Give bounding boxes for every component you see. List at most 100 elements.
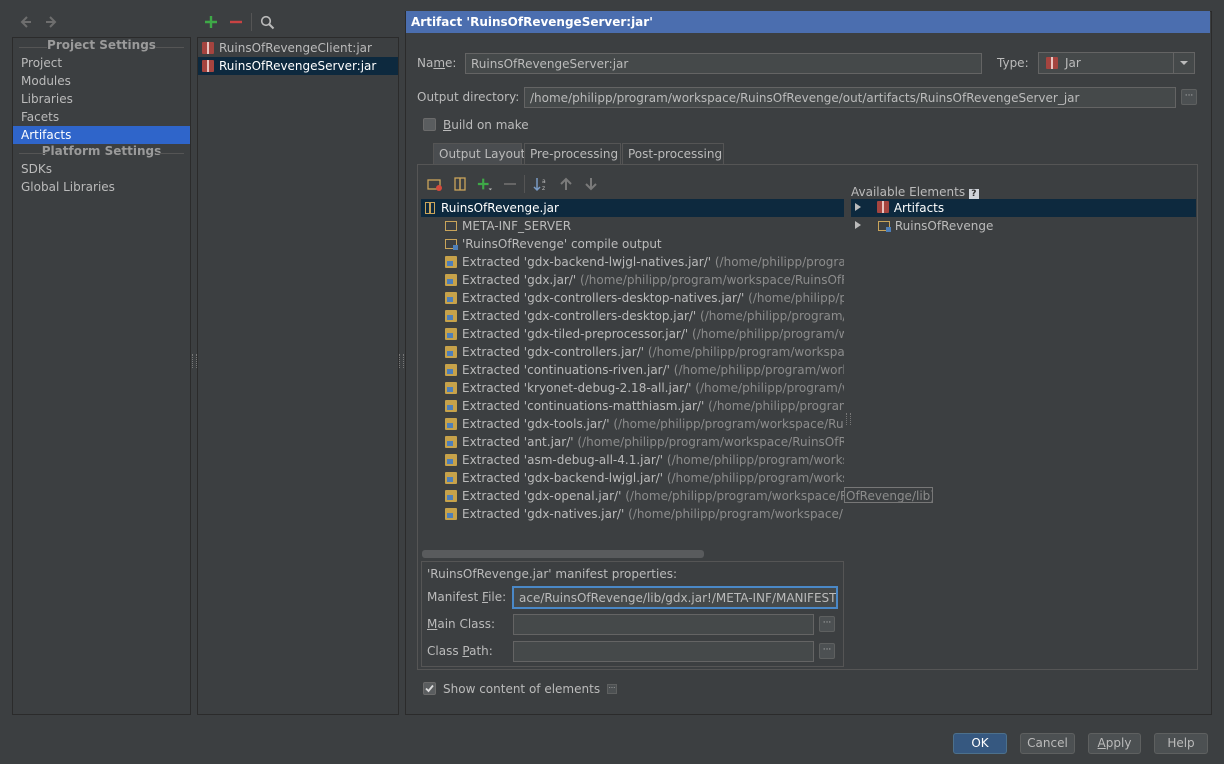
remove-artifact-icon[interactable] xyxy=(228,14,244,30)
main-class-input[interactable] xyxy=(513,614,814,635)
build-on-make-label: Build on make xyxy=(443,118,529,132)
tree-item[interactable]: Extracted 'gdx-tools.jar/' (/home/philip… xyxy=(445,415,844,433)
archive-icon[interactable] xyxy=(452,176,468,192)
nav-item-project[interactable]: Project xyxy=(13,54,190,72)
nav-item-modules[interactable]: Modules xyxy=(13,72,190,90)
chevron-down-icon[interactable] xyxy=(1173,53,1194,73)
nav-item-libraries[interactable]: Libraries xyxy=(13,90,190,108)
artifact-list: RuinsOfRevengeClient:jar RuinsOfRevengeS… xyxy=(197,37,399,715)
svg-text:z: z xyxy=(542,185,545,192)
browse-main-class-button[interactable]: ··· xyxy=(819,616,835,632)
tree-item[interactable]: Extracted 'ant.jar/' (/home/philipp/prog… xyxy=(445,433,844,451)
help-button[interactable]: Help xyxy=(1154,733,1208,754)
tab-post-processing[interactable]: Post-processing xyxy=(622,143,724,164)
back-icon[interactable] xyxy=(18,14,34,30)
module-icon xyxy=(877,221,891,232)
extracted-jar-icon xyxy=(445,310,457,322)
main-class-label: Main Class: xyxy=(427,617,496,631)
build-on-make-checkbox[interactable] xyxy=(423,118,436,131)
type-label: Type: xyxy=(997,56,1029,70)
move-up-icon[interactable] xyxy=(558,176,574,192)
toolbar-separator xyxy=(524,175,525,193)
browse-class-path-button[interactable]: ··· xyxy=(819,643,835,659)
show-content-checkbox[interactable] xyxy=(423,682,436,695)
available-elements-label: Available Elements ? xyxy=(851,185,979,199)
jar-artifact-icon xyxy=(202,60,214,72)
tree-item[interactable]: 'RuinsOfRevenge' compile output xyxy=(445,235,844,253)
tree-item[interactable]: Extracted 'gdx-controllers-desktop-nativ… xyxy=(445,289,844,307)
expand-icon[interactable] xyxy=(853,199,865,217)
extracted-jar-icon xyxy=(445,328,457,340)
forward-icon[interactable] xyxy=(43,14,59,30)
nav-item-global-libraries[interactable]: Global Libraries xyxy=(13,178,190,196)
help-icon[interactable]: ? xyxy=(968,189,979,199)
tree-item[interactable]: Extracted 'asm-debug-all-4.1.jar/' (/hom… xyxy=(445,451,844,469)
tree-root-jar[interactable]: RuinsOfRevenge.jar xyxy=(425,199,844,217)
new-directory-icon[interactable] xyxy=(427,176,443,192)
tree-item[interactable]: META-INF_SERVER xyxy=(445,217,844,235)
browse-output-directory-button[interactable]: ··· xyxy=(1181,89,1197,105)
nav-item-sdks[interactable]: SDKs xyxy=(13,160,190,178)
tab-pre-processing[interactable]: Pre-processing xyxy=(524,143,621,164)
add-element-icon[interactable] xyxy=(477,176,493,192)
name-label: Name: xyxy=(417,56,457,70)
manifest-properties-title: 'RuinsOfRevenge.jar' manifest properties… xyxy=(427,567,678,581)
splitter-handle[interactable] xyxy=(846,413,851,425)
class-path-label: Class Path: xyxy=(427,644,493,658)
extracted-jar-icon xyxy=(445,400,457,412)
nav-item-facets[interactable]: Facets xyxy=(13,108,190,126)
available-item-artifacts[interactable]: Artifacts xyxy=(853,199,1193,217)
cancel-button[interactable]: Cancel xyxy=(1020,733,1075,754)
toolbar-separator xyxy=(251,13,252,31)
available-item-module[interactable]: RuinsOfRevenge xyxy=(853,217,1193,235)
jar-artifact-icon xyxy=(202,42,214,54)
extracted-jar-icon xyxy=(445,346,457,358)
tree-item[interactable]: Extracted 'gdx.jar/' (/home/philipp/prog… xyxy=(445,271,844,289)
tree-item[interactable]: Extracted 'gdx-controllers-desktop.jar/'… xyxy=(445,307,844,325)
tab-output-layout[interactable]: Output Layout xyxy=(433,143,525,164)
tree-item[interactable]: Extracted 'gdx-natives.jar/' (/home/phil… xyxy=(445,505,844,523)
apply-button[interactable]: Apply xyxy=(1088,733,1141,754)
tree-item[interactable]: Extracted 'gdx-backend-lwjgl-natives.jar… xyxy=(445,253,844,271)
manifest-file-input[interactable]: ace/RuinsOfRevenge/lib/gdx.jar!/META-INF… xyxy=(513,587,837,608)
more-options-button[interactable]: ··· xyxy=(607,684,617,694)
tree-item[interactable]: Extracted 'gdx-backend-lwjgl.jar/' (/hom… xyxy=(445,469,844,487)
jar-artifact-icon xyxy=(1046,57,1058,69)
settings-nav-panel: Project Settings Project Modules Librari… xyxy=(12,37,191,715)
type-select[interactable]: Jar xyxy=(1038,52,1195,74)
tree-item[interactable]: Extracted 'kryonet-debug-2.18-all.jar/' … xyxy=(445,379,844,397)
jar-icon xyxy=(425,202,435,214)
ok-button[interactable]: OK xyxy=(953,733,1007,754)
tree-item[interactable]: Extracted 'continuations-matthiasm.jar/'… xyxy=(445,397,844,415)
manifest-file-label: Manifest File: xyxy=(427,590,507,604)
output-directory-label: Output directory: xyxy=(417,90,520,104)
list-item-server-jar[interactable]: RuinsOfRevengeServer:jar xyxy=(198,57,398,75)
nav-item-artifacts[interactable]: Artifacts xyxy=(13,126,190,144)
svg-text:a: a xyxy=(542,178,546,185)
class-path-input[interactable] xyxy=(513,641,814,662)
extracted-jar-icon xyxy=(445,274,457,286)
extracted-jar-icon xyxy=(445,508,457,520)
output-directory-input[interactable]: /home/philipp/program/workspace/RuinsOfR… xyxy=(524,87,1176,108)
tree-item[interactable]: Extracted 'gdx-tiled-preprocessor.jar/' … xyxy=(445,325,844,343)
tree-item[interactable]: Extracted 'gdx-controllers.jar/' (/home/… xyxy=(445,343,844,361)
extracted-jar-icon xyxy=(445,364,457,376)
search-icon[interactable] xyxy=(259,14,275,30)
move-down-icon[interactable] xyxy=(583,176,599,192)
module-output-icon xyxy=(445,239,458,250)
remove-element-icon[interactable] xyxy=(502,176,518,192)
extracted-jar-icon xyxy=(445,382,457,394)
extracted-jar-icon xyxy=(445,490,457,502)
expand-icon[interactable] xyxy=(853,217,865,235)
sort-icon[interactable]: az xyxy=(533,176,549,192)
folder-icon xyxy=(445,221,457,231)
horizontal-scrollbar[interactable] xyxy=(422,550,704,558)
name-input[interactable]: RuinsOfRevengeServer:jar xyxy=(465,53,982,74)
tree-item[interactable]: Extracted 'gdx-openal.jar/' (/home/phili… xyxy=(445,487,844,505)
list-item-client-jar[interactable]: RuinsOfRevengeClient:jar xyxy=(198,39,398,57)
extracted-jar-icon xyxy=(445,472,457,484)
tree-item[interactable]: Extracted 'continuations-riven.jar/' (/h… xyxy=(445,361,844,379)
extracted-jar-icon xyxy=(445,454,457,466)
add-artifact-icon[interactable] xyxy=(203,14,219,30)
splitter-handle[interactable] xyxy=(399,354,404,368)
